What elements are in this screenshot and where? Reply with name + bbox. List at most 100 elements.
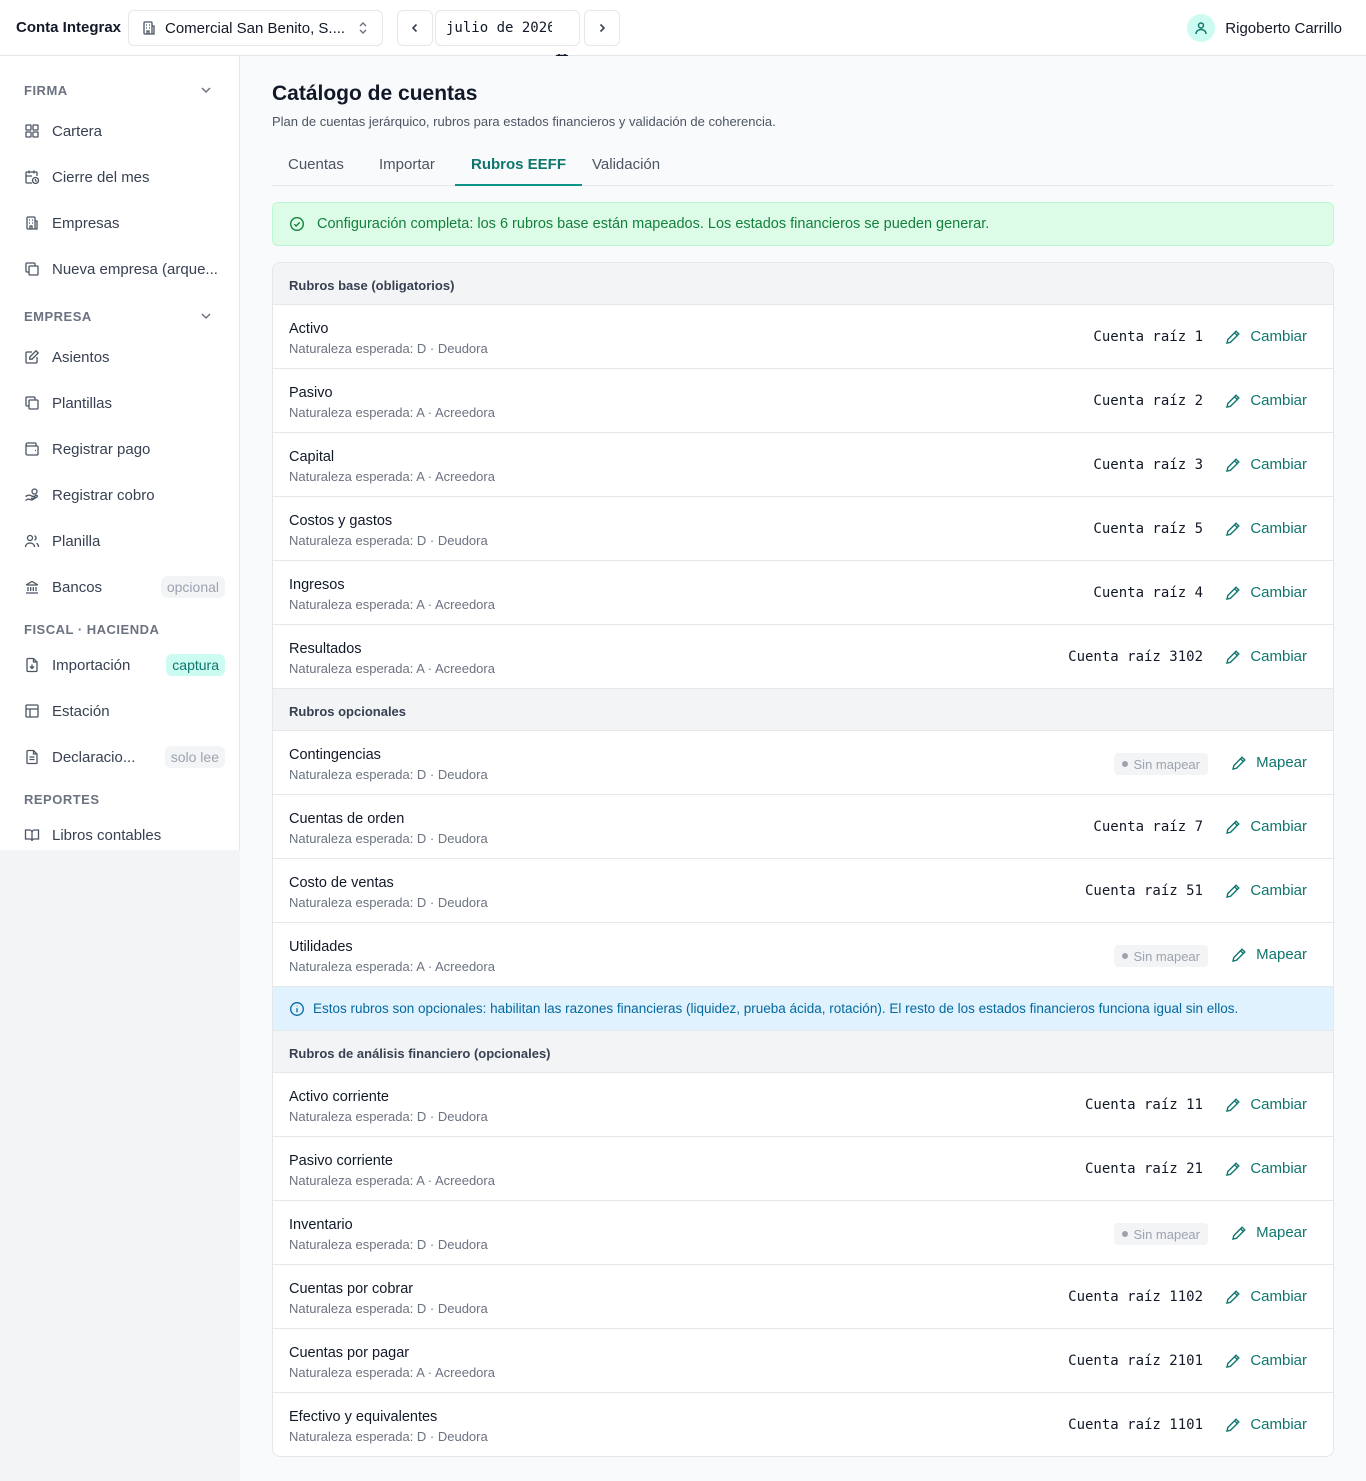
change-button[interactable]: Cambiar bbox=[1225, 456, 1307, 473]
sidebar-item-label: Estación bbox=[52, 702, 110, 720]
previous-period-button[interactable] bbox=[397, 10, 433, 46]
action-label: Mapear bbox=[1256, 946, 1307, 963]
company-selector[interactable]: Comercial San Benito, S.... bbox=[128, 10, 383, 46]
change-button[interactable]: Cambiar bbox=[1225, 1096, 1307, 1113]
hand-coins-icon bbox=[24, 487, 40, 503]
rubro-row: Resultados Naturaleza esperada: A · Acree… bbox=[273, 625, 1333, 689]
rubro-name: Efectivo y equivalentes bbox=[289, 1409, 438, 1425]
sidebar-item-bancos[interactable]: Bancos opcional bbox=[16, 569, 225, 605]
tab-validacion[interactable]: Validación bbox=[576, 148, 676, 186]
table-icon bbox=[24, 703, 40, 719]
rubro-row: Cuentas por cobrar Naturaleza esperada: D… bbox=[273, 1265, 1333, 1329]
optional-info-note: Estos rubros son opcionales: habilitan l… bbox=[273, 987, 1333, 1031]
action-label: Cambiar bbox=[1250, 1352, 1307, 1369]
sidebar-item-cartera[interactable]: Cartera bbox=[16, 113, 224, 149]
tab-importar[interactable]: Importar bbox=[363, 148, 451, 186]
sidebar-item-label: Cartera bbox=[52, 122, 103, 140]
rubro-row: Utilidades Naturaleza esperada: A · Acree… bbox=[273, 923, 1333, 987]
period-date-input[interactable]: julio de 2026 bbox=[435, 10, 580, 67]
sidebar-item-libros-contables[interactable]: Libros contables bbox=[16, 817, 224, 853]
sidebar-item-declaraciones[interactable]: Declaracio... solo lee bbox=[16, 739, 225, 775]
change-button[interactable]: Cambiar bbox=[1225, 328, 1307, 345]
rubro-row: Inventario Naturaleza esperada: D · Deudo… bbox=[273, 1201, 1333, 1265]
sidebar-item-estacion[interactable]: Estación bbox=[16, 693, 224, 729]
info-note-text: Estos rubros son opcionales: habilitan l… bbox=[313, 1001, 1239, 1016]
rubro-name: Cuentas de orden bbox=[289, 811, 405, 827]
map-button[interactable]: Mapear bbox=[1231, 754, 1307, 771]
rubro-row: Pasivo corriente Naturaleza esperada: A ·… bbox=[273, 1137, 1333, 1201]
user-name: Rigoberto Carrillo bbox=[1225, 19, 1342, 37]
sidebar-item-label: Nueva empresa (arque... bbox=[52, 260, 218, 278]
sidebar-item-empresas[interactable]: Empresas bbox=[16, 205, 224, 241]
pencil-icon bbox=[1231, 947, 1247, 963]
rubro-name: Pasivo corriente bbox=[289, 1153, 393, 1169]
sidebar-item-label: Registrar cobro bbox=[52, 486, 155, 504]
pencil-icon bbox=[1225, 1417, 1241, 1433]
section-title-reportes: REPORTES bbox=[24, 792, 100, 807]
mapped-account: Cuenta raíz 1102 bbox=[1068, 1289, 1203, 1305]
mapped-account: Cuenta raíz 4 bbox=[1093, 585, 1203, 601]
tab-cuentas[interactable]: Cuentas bbox=[272, 148, 360, 186]
section-title-firma[interactable]: FIRMA bbox=[24, 83, 68, 98]
chevron-down-icon[interactable] bbox=[199, 83, 213, 97]
file-import-icon bbox=[24, 657, 40, 673]
section-title-empresa[interactable]: EMPRESA bbox=[24, 309, 92, 324]
info-icon bbox=[289, 1001, 305, 1017]
map-button[interactable]: Mapear bbox=[1231, 1224, 1307, 1241]
change-button[interactable]: Cambiar bbox=[1225, 1416, 1307, 1433]
top-bar: Conta Integrax Comercial San Benito, S..… bbox=[0, 0, 1366, 67]
rubro-nature: Naturaleza esperada: D · Deudora bbox=[289, 1109, 488, 1124]
rubro-row: Cuentas por pagar Naturaleza esperada: A … bbox=[273, 1329, 1333, 1393]
check-circle-icon bbox=[289, 216, 305, 232]
calendar-icon[interactable] bbox=[555, 21, 569, 67]
sidebar-item-asientos[interactable]: Asientos bbox=[16, 339, 224, 375]
pencil-icon bbox=[1231, 755, 1247, 771]
sidebar-item-plantillas[interactable]: Plantillas bbox=[16, 385, 224, 421]
mapped-account: Cuenta raíz 1101 bbox=[1068, 1417, 1203, 1433]
change-button[interactable]: Cambiar bbox=[1225, 882, 1307, 899]
building-icon bbox=[141, 20, 157, 36]
pencil-icon bbox=[1225, 1353, 1241, 1369]
change-button[interactable]: Cambiar bbox=[1225, 1352, 1307, 1369]
rubro-name: Activo bbox=[289, 321, 329, 337]
mapped-account: Cuenta raíz 5 bbox=[1093, 521, 1203, 537]
pencil-icon bbox=[1225, 819, 1241, 835]
chevron-down-icon[interactable] bbox=[199, 309, 213, 323]
change-button[interactable]: Cambiar bbox=[1225, 648, 1307, 665]
unmapped-badge: Sin mapear bbox=[1113, 945, 1208, 967]
change-button[interactable]: Cambiar bbox=[1225, 1288, 1307, 1305]
change-button[interactable]: Cambiar bbox=[1225, 818, 1307, 835]
file-text-icon bbox=[24, 749, 40, 765]
action-label: Cambiar bbox=[1250, 392, 1307, 409]
app-brand[interactable]: Conta Integrax bbox=[16, 19, 121, 36]
pencil-icon bbox=[1225, 883, 1241, 899]
sidebar-item-registrar-cobro[interactable]: Registrar cobro bbox=[16, 477, 224, 513]
action-label: Cambiar bbox=[1250, 1160, 1307, 1177]
status-dot-icon bbox=[1121, 761, 1128, 767]
rubro-nature: Naturaleza esperada: D · Deudora bbox=[289, 341, 488, 356]
group-header-optional: Rubros opcionales bbox=[273, 689, 1333, 731]
rubro-row: Activo Naturaleza esperada: D · Deudora Cu… bbox=[273, 305, 1333, 369]
sidebar-item-label: Importación bbox=[52, 656, 131, 674]
main-content: Catálogo de cuentas Plan de cuentas jerá… bbox=[240, 56, 1366, 1481]
map-button[interactable]: Mapear bbox=[1231, 946, 1307, 963]
tab-rubros-eeff[interactable]: Rubros EEFF bbox=[455, 148, 583, 186]
action-label: Cambiar bbox=[1250, 818, 1307, 835]
change-button[interactable]: Cambiar bbox=[1225, 584, 1307, 601]
sidebar-item-nueva-empresa[interactable]: Nueva empresa (arque... bbox=[16, 251, 224, 287]
sidebar-item-importacion[interactable]: Importación captura bbox=[16, 647, 225, 683]
change-button[interactable]: Cambiar bbox=[1225, 392, 1307, 409]
mapped-account: Cuenta raíz 1 bbox=[1093, 329, 1203, 345]
sidebar-item-planilla[interactable]: Planilla bbox=[16, 523, 224, 559]
user-menu[interactable]: Rigoberto Carrillo bbox=[1187, 14, 1342, 42]
sidebar-item-label: Empresas bbox=[52, 214, 120, 232]
change-button[interactable]: Cambiar bbox=[1225, 1160, 1307, 1177]
rubro-nature: Naturaleza esperada: D · Deudora bbox=[289, 895, 488, 910]
sidebar-item-cierre-del-mes[interactable]: Cierre del mes bbox=[16, 159, 224, 195]
change-button[interactable]: Cambiar bbox=[1225, 520, 1307, 537]
sidebar-item-label: Plantillas bbox=[52, 394, 113, 412]
next-period-button[interactable] bbox=[584, 10, 620, 46]
sidebar-item-registrar-pago[interactable]: Registrar pago bbox=[16, 431, 224, 467]
rubro-nature: Naturaleza esperada: A · Acreedora bbox=[289, 405, 495, 420]
rubro-row: Costo de ventas Naturaleza esperada: D · … bbox=[273, 859, 1333, 923]
